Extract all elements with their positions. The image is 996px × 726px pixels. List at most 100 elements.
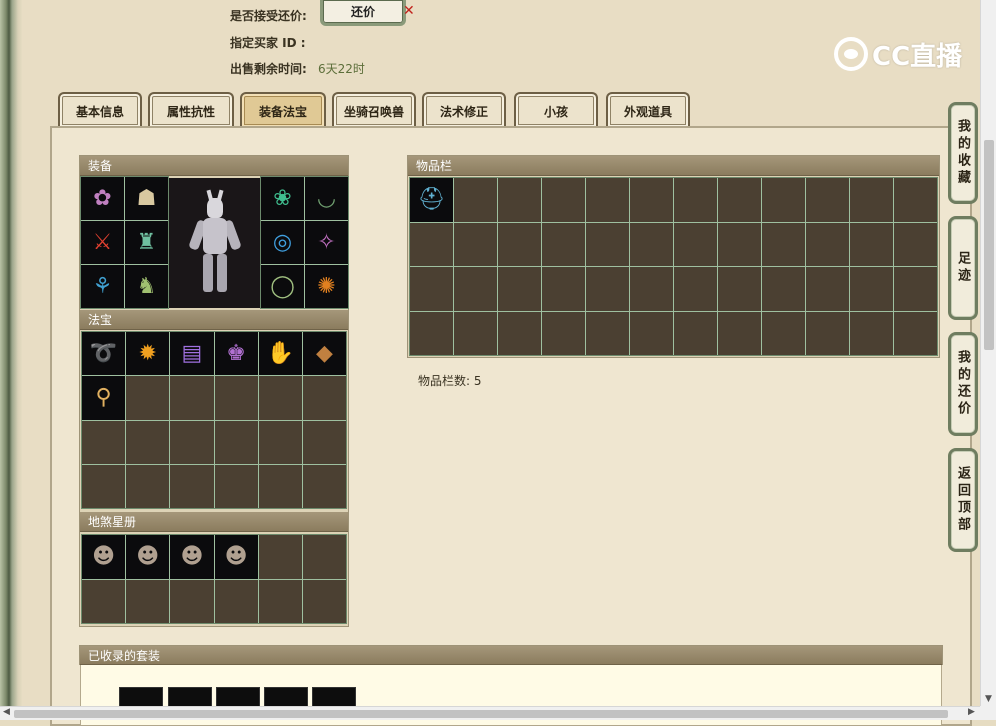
inventory-slot-empty xyxy=(630,311,673,355)
equip-slot[interactable]: ✺ xyxy=(305,265,348,308)
buyer-id-label: 指定买家 ID : xyxy=(230,36,306,50)
inventory-slot-empty xyxy=(806,311,849,355)
close-icon[interactable]: ✕ xyxy=(403,3,415,19)
inventory-slot-empty xyxy=(542,222,585,266)
inventory-slot-empty xyxy=(894,178,937,222)
equip-slot[interactable]: ⚔ xyxy=(81,221,124,264)
inventory-slot[interactable]: ⛑ xyxy=(410,178,453,222)
inventory-slot-empty xyxy=(806,222,849,266)
inventory-slot-empty xyxy=(410,267,453,311)
star-slot-empty xyxy=(258,579,302,623)
treasure-grid: ➰ ✹ ▤ ♚ ✋ ◆ ⚲ xyxy=(81,331,347,509)
treasure-slot[interactable]: ♚ xyxy=(214,332,258,376)
equip-slot[interactable]: ✿ xyxy=(81,177,124,220)
scroll-right-arrow-icon[interactable]: ▶ xyxy=(968,707,975,717)
cc-live-logo: CC直播 xyxy=(834,34,964,74)
vertical-scroll-thumb[interactable] xyxy=(984,140,994,350)
inventory-slot-empty xyxy=(762,178,805,222)
treasure-slot-empty xyxy=(170,464,214,508)
tab-basic-info[interactable]: 基本信息 xyxy=(58,92,142,127)
counter-offer-button[interactable]: 还价 xyxy=(320,0,406,26)
inventory-slot-empty xyxy=(850,311,893,355)
inventory-slot-empty xyxy=(454,267,497,311)
tab-child[interactable]: 小孩 xyxy=(514,92,598,127)
equip-slot[interactable]: ✧ xyxy=(305,221,348,264)
suit-header: 已收录的套装 xyxy=(80,646,942,665)
star-book-header: 地煞星册 xyxy=(80,512,348,532)
inventory-slot-empty xyxy=(850,267,893,311)
inventory-slot-empty xyxy=(586,222,629,266)
suit-panel: 已收录的套装 xyxy=(79,645,943,665)
left-decorative-border xyxy=(0,0,22,720)
inventory-slot-empty xyxy=(718,222,761,266)
vertical-scrollbar[interactable]: ▼ xyxy=(980,0,996,708)
inventory-slot-empty xyxy=(762,311,805,355)
side-button-favorites[interactable]: 我的收藏 xyxy=(948,102,978,204)
inventory-slot-empty xyxy=(498,311,541,355)
inventory-slot-empty xyxy=(498,267,541,311)
star-card[interactable]: ☻ xyxy=(126,535,170,579)
treasure-slot-empty xyxy=(302,376,346,420)
inventory-slot-empty xyxy=(498,222,541,266)
inventory-slot-empty xyxy=(498,178,541,222)
equipment-slots-left: ✿ ☗ ⚔ ♜ ⚘ ♞ xyxy=(80,176,169,309)
tab-spell-mod[interactable]: 法术修正 xyxy=(422,92,506,127)
treasure-slot[interactable]: ✹ xyxy=(126,332,170,376)
treasure-slot-empty xyxy=(214,420,258,464)
tab-equipment[interactable]: 装备法宝 xyxy=(240,92,326,127)
scroll-corner xyxy=(980,706,996,720)
treasure-slot-empty xyxy=(302,464,346,508)
side-button-back-to-top[interactable]: 返回顶部 xyxy=(948,448,978,552)
inventory-slot-empty xyxy=(454,222,497,266)
inventory-slot-empty xyxy=(674,222,717,266)
inventory-slot-empty xyxy=(454,178,497,222)
tab-attributes[interactable]: 属性抗性 xyxy=(148,92,234,127)
side-button-footprint[interactable]: 足迹 xyxy=(948,216,978,320)
inventory-slot-empty xyxy=(894,267,937,311)
treasure-slot-empty xyxy=(170,420,214,464)
equip-slot[interactable]: ♜ xyxy=(125,221,168,264)
inventory-count: 物品栏数: 5 xyxy=(418,374,482,388)
treasure-header: 法宝 xyxy=(80,310,348,330)
treasure-slot[interactable]: ⚲ xyxy=(82,376,126,420)
star-card[interactable]: ☻ xyxy=(82,535,126,579)
equip-slot[interactable]: ◯ xyxy=(261,265,304,308)
horizontal-scroll-thumb[interactable] xyxy=(14,710,948,718)
star-card[interactable]: ☻ xyxy=(170,535,214,579)
star-slot-empty xyxy=(214,579,258,623)
inventory-slot-empty xyxy=(718,178,761,222)
inventory-slot-empty xyxy=(894,311,937,355)
logo-text: CC直播 xyxy=(872,41,963,72)
equip-slot[interactable]: ☗ xyxy=(125,177,168,220)
treasure-slot[interactable]: ➰ xyxy=(82,332,126,376)
inventory-slot-empty xyxy=(850,178,893,222)
equip-slot[interactable]: ◎ xyxy=(261,221,304,264)
tab-appearance[interactable]: 外观道具 xyxy=(606,92,690,127)
tab-mounts-summons[interactable]: 坐骑召唤兽 xyxy=(332,92,416,127)
horizontal-scrollbar[interactable]: ◀ ▶ xyxy=(0,706,980,720)
treasure-slot[interactable]: ◆ xyxy=(302,332,346,376)
inventory-slot-empty xyxy=(410,311,453,355)
side-button-my-offers[interactable]: 我的还价 xyxy=(948,332,978,436)
inventory-slot-empty xyxy=(718,267,761,311)
inventory-slot-empty xyxy=(586,267,629,311)
scroll-left-arrow-icon[interactable]: ◀ xyxy=(3,707,10,717)
treasure-slot[interactable]: ✋ xyxy=(258,332,302,376)
treasure-slot-empty xyxy=(214,464,258,508)
inventory-slot-empty xyxy=(630,178,673,222)
equip-slot[interactable]: ♞ xyxy=(125,265,168,308)
star-card[interactable]: ☻ xyxy=(214,535,258,579)
time-left-value: 6天22时 xyxy=(318,62,365,76)
inventory-header: 物品栏 xyxy=(408,156,939,176)
scroll-down-arrow-icon[interactable]: ▼ xyxy=(985,694,992,704)
inventory-slot-empty xyxy=(806,178,849,222)
time-left-label: 出售剩余时间: xyxy=(230,62,307,76)
equip-slot[interactable]: ◡ xyxy=(305,177,348,220)
inventory-slot-empty xyxy=(850,222,893,266)
treasure-slot-empty xyxy=(126,376,170,420)
equip-slot[interactable]: ❀ xyxy=(261,177,304,220)
equip-slot[interactable]: ⚘ xyxy=(81,265,124,308)
star-slot-empty xyxy=(302,579,346,623)
inventory-slot-empty xyxy=(586,178,629,222)
treasure-slot[interactable]: ▤ xyxy=(170,332,214,376)
